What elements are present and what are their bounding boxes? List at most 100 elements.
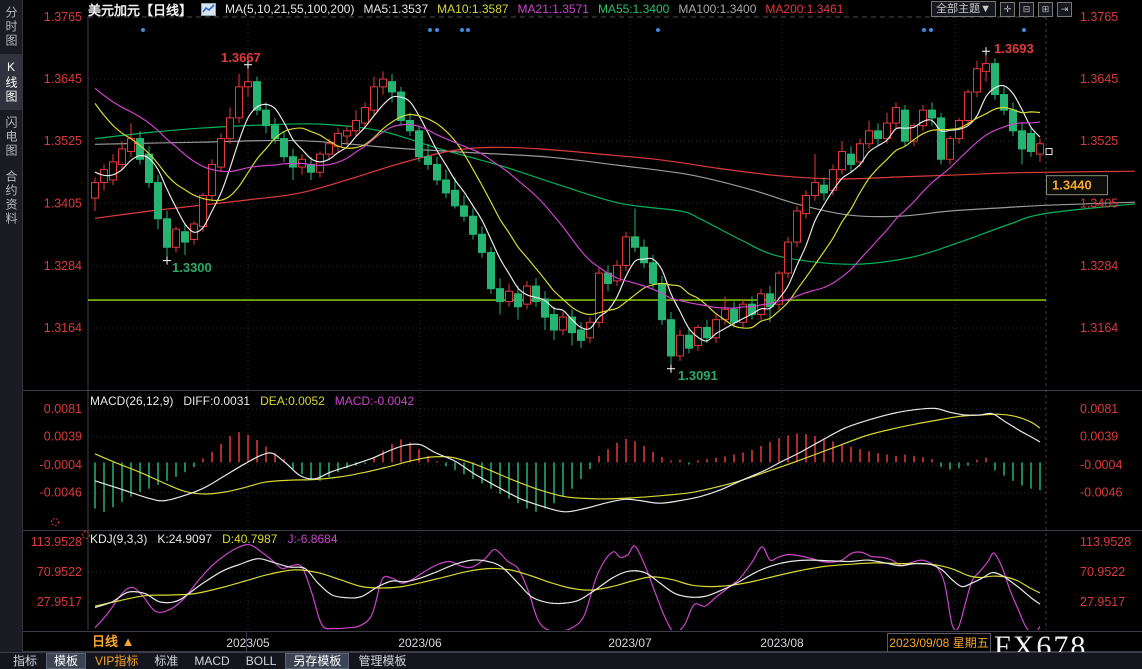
sidebar: 分时图 K线图 闪电图 合约资料 xyxy=(0,0,23,652)
axis-tick-label: -0.0004 xyxy=(1080,458,1122,472)
ma55-line xyxy=(94,123,1136,265)
candle-up xyxy=(235,86,243,119)
axis-tick-label: 27.9517 xyxy=(1080,595,1125,609)
candle-up xyxy=(109,161,117,181)
candle-down xyxy=(1009,109,1017,132)
macd-dea-value: DEA:0.0052 xyxy=(260,394,325,408)
candle-down xyxy=(550,314,558,331)
ma100-line xyxy=(94,139,1136,218)
axis-tick-label: 1.3525 xyxy=(1080,134,1118,148)
candle-up xyxy=(217,138,225,168)
candle-up xyxy=(352,119,360,132)
macd-macd-value: MACD:-0.0042 xyxy=(334,394,415,408)
candle-down xyxy=(730,308,738,323)
diff-line xyxy=(94,407,1041,513)
candle-down xyxy=(514,293,522,308)
tab-templates[interactable]: 模板 xyxy=(46,653,87,669)
axis-tick-label: 1.3645 xyxy=(1080,72,1118,86)
axis-tick-label: 70.9522 xyxy=(1080,565,1125,579)
candle-down xyxy=(928,109,936,119)
candle-up xyxy=(802,195,810,215)
candle-down xyxy=(1027,132,1035,153)
candle-down xyxy=(658,282,666,321)
candle-up xyxy=(586,321,594,339)
candle-down xyxy=(289,156,297,168)
axis-tick-label: 1.3525 xyxy=(44,134,82,148)
candle-down xyxy=(631,236,639,248)
axis-tick-label: 0.0039 xyxy=(44,430,82,444)
candle-up xyxy=(784,241,792,274)
candle-up xyxy=(694,326,702,347)
svg-text:1.3440: 1.3440 xyxy=(1052,178,1092,193)
period-selector[interactable]: 日线 ▲ xyxy=(84,632,247,652)
candle-down xyxy=(469,215,477,235)
sidebar-item-label: K线图 xyxy=(4,60,18,104)
candle-down xyxy=(307,163,315,173)
tab-macd[interactable]: MACD xyxy=(187,654,236,669)
candle-up xyxy=(676,334,684,357)
candle-up xyxy=(973,68,981,93)
d-line xyxy=(94,562,1041,607)
candle-down xyxy=(766,293,774,308)
axis-tick-label: 1.3405 xyxy=(44,196,82,210)
sidebar-item-contract-info[interactable]: 合约资料 xyxy=(0,164,22,232)
macd-panel xyxy=(94,407,1041,513)
candle-up xyxy=(172,228,180,248)
candle-up xyxy=(865,130,873,145)
candle-down xyxy=(1018,130,1026,150)
zoom-out-icon[interactable]: ⊟ xyxy=(1019,1,1034,17)
axis-tick-label: 1.3765 xyxy=(44,10,82,24)
sidebar-item-timeshare[interactable]: 分时图 xyxy=(0,0,22,54)
tab-save-template[interactable]: 另存模板 xyxy=(285,653,350,669)
candle-up xyxy=(379,78,387,88)
candle-down xyxy=(154,182,162,220)
candle-down xyxy=(442,179,450,194)
pan-tool-icon[interactable]: ✛ xyxy=(1000,1,1015,17)
shift-right-icon[interactable]: ⇥ xyxy=(1057,1,1072,17)
tab-vip-indicators[interactable]: VIP指标 xyxy=(88,654,145,669)
axis-tick-label: 1.3405 xyxy=(1080,196,1118,210)
theme-select-button[interactable]: 全部主题▼ xyxy=(931,1,996,17)
ma100-value: MA100:1.3400 xyxy=(678,2,757,16)
candle-down xyxy=(577,329,585,341)
candle-up xyxy=(91,182,99,199)
candle-down xyxy=(163,218,171,248)
axis-tick-label: 0.0081 xyxy=(44,402,82,416)
ma200-line xyxy=(94,146,1136,219)
tab-indicators[interactable]: 指标 xyxy=(6,654,44,669)
axis-tick-label: 1.3164 xyxy=(1080,321,1118,335)
macd-header: MACD(26,12,9) DIFF:0.0031 DEA:0.0052 MAC… xyxy=(90,394,414,408)
axis-tick-label: -0.0004 xyxy=(40,458,82,472)
macd-diff-value: DIFF:0.0031 xyxy=(183,394,251,408)
candle-up xyxy=(982,63,990,72)
candle-down xyxy=(280,138,288,158)
kdj-header: KDJ(9,3,3) K:24.9097 D:40.7987 J:-6.8684 xyxy=(90,532,338,546)
ma55-value: MA55:1.3400 xyxy=(597,2,670,16)
candle-down xyxy=(451,189,459,207)
candle-up xyxy=(226,117,234,140)
tab-boll[interactable]: BOLL xyxy=(239,654,284,669)
event-dot-icons xyxy=(141,28,1026,32)
candle-down xyxy=(460,205,468,217)
ma-settings-label: MA(5,10,21,55,100,200) xyxy=(225,2,355,16)
zoom-in-icon[interactable]: ⊞ xyxy=(1038,1,1053,17)
candle-down xyxy=(478,233,486,253)
axis-tick-label: 113.9528 xyxy=(31,535,82,549)
kdj-panel xyxy=(94,543,1041,630)
axis-tick-label: 70.9522 xyxy=(37,565,82,579)
panel-marker-icon xyxy=(51,518,59,526)
tab-standard[interactable]: 标准 xyxy=(147,654,185,669)
current-price-tag: 1.3440 xyxy=(1046,175,1108,196)
tab-manage-template[interactable]: 管理模板 xyxy=(351,654,413,669)
app-window: 分时图 K线图 闪电图 合约资料 1.3667 1.3300 1.3091 1.369… xyxy=(0,0,1142,669)
symbol-title: 美元加元【日线】 xyxy=(88,2,193,18)
candle-up xyxy=(559,316,567,331)
month-label: 2023/08 xyxy=(760,636,804,650)
axis-tick-label: -0.0046 xyxy=(40,486,82,500)
sidebar-item-kline[interactable]: K线图 xyxy=(0,54,22,110)
candle-down xyxy=(424,156,432,165)
chart-canvas[interactable]: 1.3667 1.3300 1.3091 1.3693 1.3765 1.3765 1.36… xyxy=(0,0,1142,669)
axis-tick-label: 1.3284 xyxy=(44,259,82,273)
topbar: 美元加元【日线】 MA(5,10,21,55,100,200) MA5:1.35… xyxy=(88,1,843,18)
sidebar-item-lightning[interactable]: 闪电图 xyxy=(0,110,22,164)
